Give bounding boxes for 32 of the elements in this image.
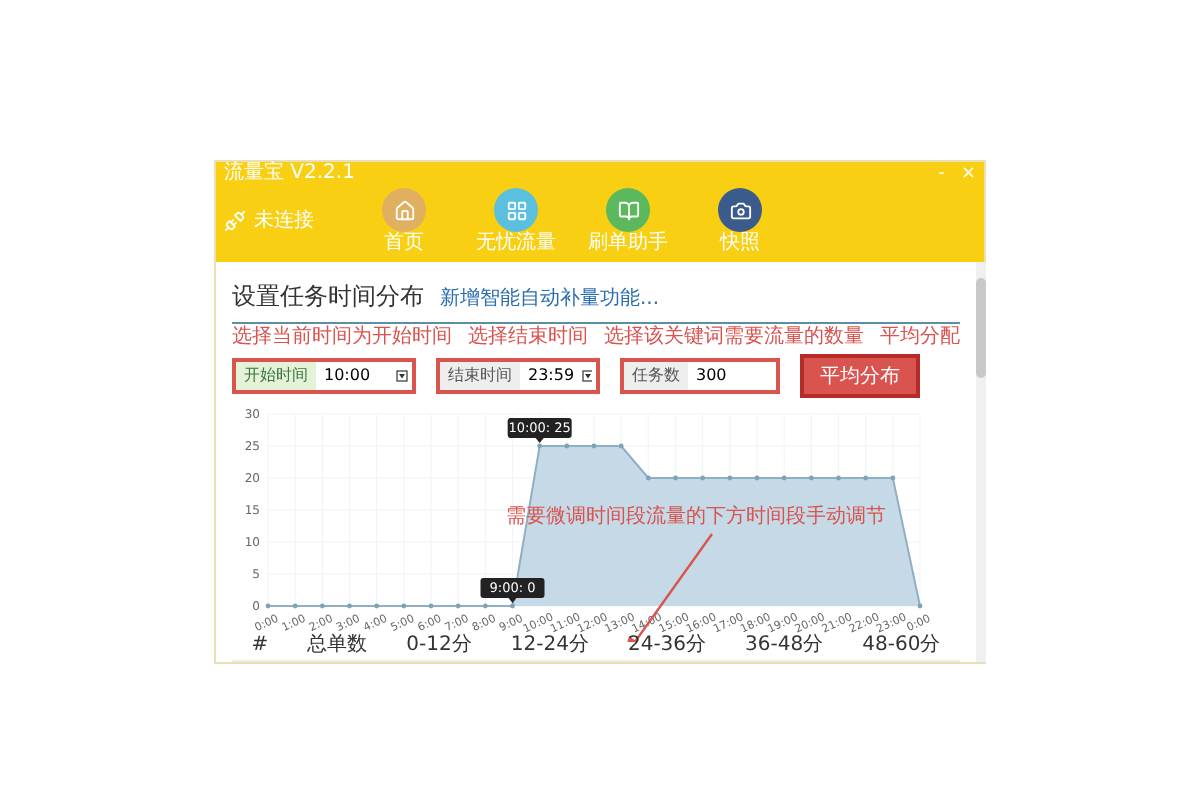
window-title: 流量宝 V2.2.1 [224,164,355,184]
section-title: 设置任务时间分布 [232,280,424,314]
field-label: 开始时间 [236,362,316,391]
nav-button[interactable]: 无忧流量 [472,188,560,254]
close-button[interactable]: × [960,165,976,183]
field-value: 23:59 [526,364,577,389]
field-label: 结束时间 [440,362,520,391]
feature-link[interactable]: 新增智能自动补量功能... [440,284,660,314]
column-header: 24-36分 [627,632,707,660]
annotation-text: 选择结束时间 [468,325,588,351]
column-header: 12-24分 [510,632,589,660]
annotation-text: 选择该关键词需要流量的数量 [604,325,864,351]
nav-button[interactable]: 首页 [360,188,448,254]
task-count-field[interactable]: 任务数 300 [620,358,780,395]
annotation-text: 选择当前时间为开始时间 [232,325,452,351]
field-value: 10:00 [322,364,373,389]
column-header: # [251,632,269,660]
minimize-button[interactable]: - [938,165,945,183]
nav-button[interactable]: 快照 [696,188,784,254]
column-header: 36-48分 [745,633,824,660]
start-time-select[interactable]: 开始时间 10:00 [232,358,416,395]
field-value: 300 [694,364,729,389]
field-label: 任务数 [624,362,688,391]
column-header: 0-12分 [406,632,472,660]
column-header: 48-60分 [862,633,941,660]
connection-status: 未连接 [254,207,314,236]
annotation-text: 平均分配 [880,325,960,351]
end-time-select[interactable]: 结束时间 23:59 [436,358,600,395]
chart-annotation: 需要微调时间段流量的下方时间段手动调节 [506,506,886,529]
column-header: 总单数 [307,631,368,660]
nav-button[interactable]: 刷单助手 [584,188,672,254]
distribute-button[interactable]: 平均分布 [800,354,920,399]
